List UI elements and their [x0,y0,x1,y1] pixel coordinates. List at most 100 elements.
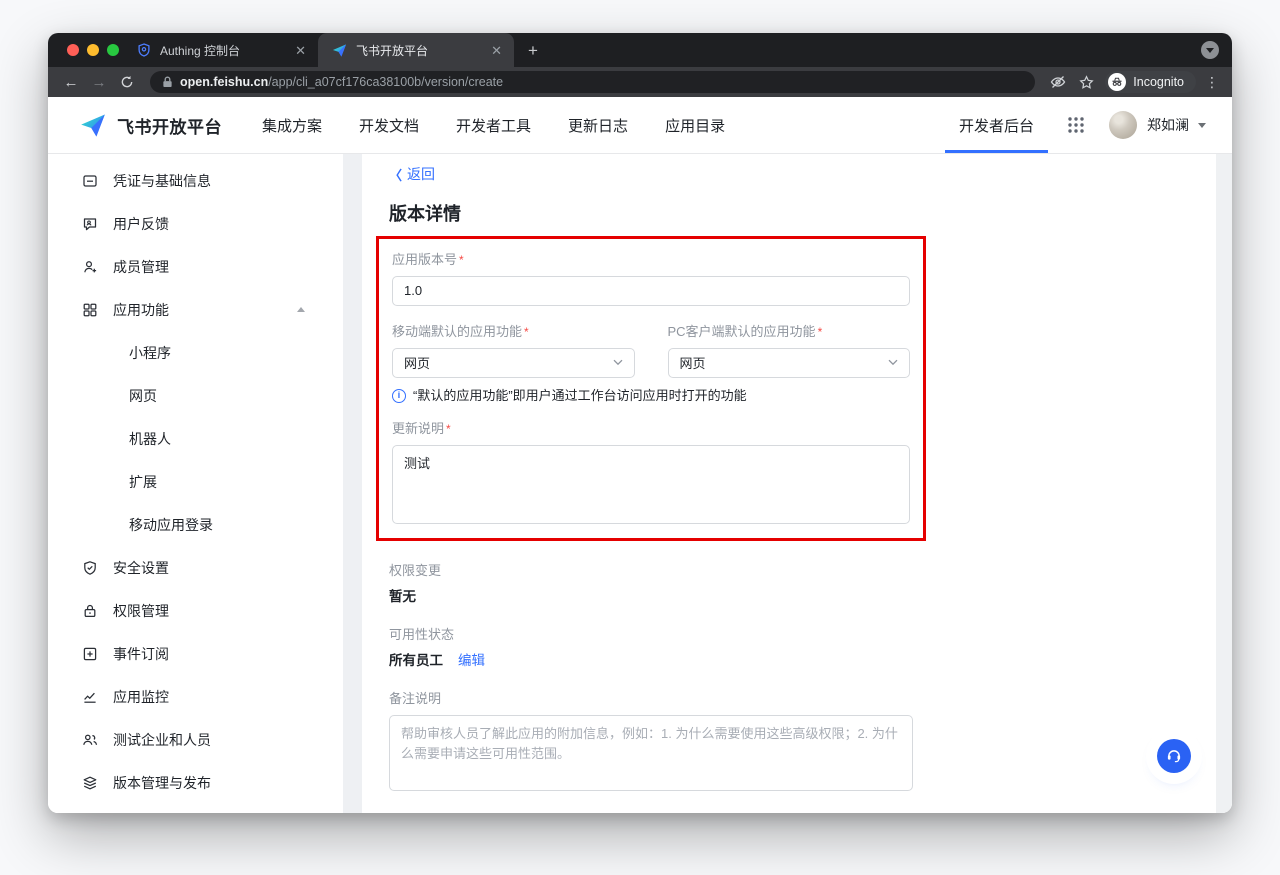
main-content: 〈返回 版本详情 应用版本号 移动端默认的应用功能 网页 [362,154,1232,813]
tab-search-button[interactable] [1201,41,1219,59]
field-label: 移动端默认的应用功能 [392,323,635,341]
sidebar-item-mini-program[interactable]: 小程序 [48,331,343,374]
remark-textarea[interactable] [389,715,913,791]
field-label: 可用性状态 [389,626,913,644]
header-right: 开发者后台 郑如澜 [954,97,1206,153]
sidebar-item-mobile-app-login[interactable]: 移动应用登录 [48,503,343,546]
field-mobile-default-feature: 移动端默认的应用功能 网页 [392,323,635,378]
field-update-note: 更新说明 测试 [392,420,910,529]
nav-changelog[interactable]: 更新日志 [568,115,628,136]
new-tab-button[interactable]: + [528,42,538,59]
close-window-button[interactable] [67,44,79,56]
incognito-label: Incognito [1133,75,1184,89]
chevron-down-icon [888,359,898,366]
customer-service-button[interactable] [1157,739,1191,773]
sidebar-item-event-subscription[interactable]: 事件订阅 [48,632,343,675]
edit-availability-link[interactable]: 编辑 [458,649,485,669]
sidebar-item-web-app[interactable]: 网页 [48,374,343,417]
sidebar-item-label: 应用监控 [113,687,305,707]
sidebar-item-extension[interactable]: 扩展 [48,460,343,503]
brand[interactable]: 飞书开放平台 [78,112,222,139]
field-label: 备注说明 [389,690,913,708]
sidebar-item-user-feedback[interactable]: 用户反馈 [48,202,343,245]
app-version-input[interactable] [392,276,910,306]
permission-change-value: 暂无 [389,585,913,605]
chevron-down-icon[interactable] [1198,123,1206,128]
sidebar-item-security-settings[interactable]: 安全设置 [48,546,343,589]
shield-check-icon [81,559,98,576]
feedback-icon [81,215,98,232]
update-note-textarea[interactable]: 测试 [392,445,910,524]
tab-feishu-open-platform[interactable]: 飞书开放平台 ✕ [318,33,514,67]
minimize-window-button[interactable] [87,44,99,56]
feishu-logo-icon [78,112,108,139]
field-remark: 备注说明 [389,690,913,796]
sidebar-item-permission-management[interactable]: 权限管理 [48,589,343,632]
forward-button[interactable]: → [86,70,112,94]
sidebar-item-app-monitoring[interactable]: 应用监控 [48,675,343,718]
authing-shield-icon [135,42,152,59]
sidebar-item-label: 权限管理 [113,601,305,621]
tab-title: Authing 控制台 [160,42,285,59]
page-title: 版本详情 [389,200,913,226]
nav-dev-docs[interactable]: 开发文档 [359,115,419,136]
sidebar: 凭证与基础信息 用户反馈 成员管理 应用功能 小程序 [48,154,343,813]
zoom-window-button[interactable] [107,44,119,56]
chevron-down-icon [1206,48,1214,53]
sidebar-item-version-management[interactable]: 版本管理与发布 [48,761,343,804]
browser-toolbar: ← → open.feishu.cn/app/cli_a07cf176ca381… [48,67,1232,97]
developer-console-link[interactable]: 开发者后台 [954,97,1039,153]
monitor-icon [81,688,98,705]
feishu-open-platform-page: 飞书开放平台 集成方案 开发文档 开发者工具 更新日志 应用目录 开发者后台 郑… [48,97,1232,813]
sidebar-item-member-management[interactable]: 成员管理 [48,245,343,288]
tab-close-icon[interactable]: ✕ [489,42,504,59]
chevron-down-icon [613,359,623,366]
incognito-badge: Incognito [1105,71,1196,93]
credential-icon [81,172,98,189]
sidebar-item-label: 事件订阅 [113,644,305,664]
sidebar-item-bot[interactable]: 机器人 [48,417,343,460]
collapse-caret-icon[interactable] [297,307,305,312]
headset-icon [1165,747,1183,765]
reload-button[interactable] [114,70,140,94]
site-body: 凭证与基础信息 用户反馈 成员管理 应用功能 小程序 [48,154,1232,813]
pc-default-feature-select[interactable]: 网页 [668,348,911,378]
people-icon [81,731,98,748]
lock-icon [162,76,173,88]
nav-app-directory[interactable]: 应用目录 [665,115,725,136]
sidebar-scroll-gutter[interactable] [343,154,362,813]
back-button[interactable]: ← [58,70,84,94]
chevron-left-icon: 〈 [389,165,402,184]
url-text: open.feishu.cn/app/cli_a07cf176ca38100b/… [180,75,503,89]
default-feature-note: i “默认的应用功能”即用户通过工作台访问应用时打开的功能 [392,387,910,405]
tab-authing[interactable]: Authing 控制台 ✕ [122,33,318,67]
nav-integration[interactable]: 集成方案 [262,115,322,136]
browser-window: Authing 控制台 ✕ 飞书开放平台 ✕ + ← → open.feishu… [48,33,1232,813]
sidebar-item-test-company-users[interactable]: 测试企业和人员 [48,718,343,761]
sidebar-item-app-features[interactable]: 应用功能 [48,288,343,331]
mobile-default-feature-select[interactable]: 网页 [392,348,635,378]
sidebar-item-label: 机器人 [129,429,305,449]
sidebar-item-label: 应用功能 [113,300,282,320]
field-label: 权限变更 [389,562,913,580]
sidebar-item-label: 小程序 [129,343,305,363]
sidebar-item-label: 凭证与基础信息 [113,171,305,191]
sidebar-item-label: 成员管理 [113,257,305,277]
address-bar[interactable]: open.feishu.cn/app/cli_a07cf176ca38100b/… [150,71,1035,93]
tab-close-icon[interactable]: ✕ [293,42,308,59]
eye-off-icon[interactable] [1045,70,1071,94]
nav-dev-tools[interactable]: 开发者工具 [456,115,531,136]
bookmark-star-icon[interactable] [1073,70,1099,94]
sidebar-item-credentials[interactable]: 凭证与基础信息 [48,159,343,202]
page-scrollbar[interactable] [1216,154,1232,813]
avatar[interactable] [1109,111,1137,139]
layers-icon [81,774,98,791]
member-add-icon [81,258,98,275]
window-controls [67,44,119,56]
browser-menu-icon[interactable]: ⋮ [1202,74,1222,91]
sidebar-item-label: 版本管理与发布 [113,773,305,793]
sidebar-item-label: 用户反馈 [113,214,305,234]
highlighted-form-area: 应用版本号 移动端默认的应用功能 网页 [376,236,926,541]
back-link[interactable]: 〈返回 [389,164,435,184]
apps-grid-icon[interactable] [1067,116,1085,134]
